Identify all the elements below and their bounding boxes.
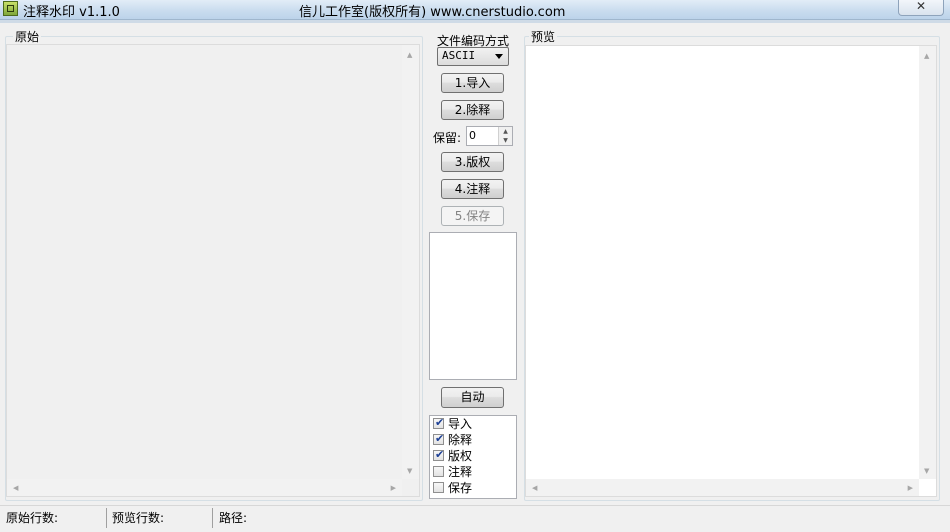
encoding-select[interactable]: ASCII	[437, 47, 509, 66]
copyright-button[interactable]: 3.版权	[441, 152, 504, 172]
check-icon: ✔	[435, 416, 445, 429]
preview-horizontal-scrollbar[interactable]: ◀ ▶	[526, 479, 919, 496]
stepper-buttons[interactable]: ▲ ▼	[498, 127, 512, 145]
original-horizontal-scrollbar[interactable]: ◀ ▶	[7, 479, 402, 496]
remove-comments-checkbox[interactable]: ✔	[433, 432, 445, 445]
import-button[interactable]: 1.导入	[441, 73, 504, 93]
status-path: 路径:	[219, 511, 248, 525]
window-title: 注释水印 v1.1.0	[23, 5, 120, 20]
chevron-down-icon	[495, 54, 503, 59]
stepper-down-icon[interactable]: ▼	[499, 136, 512, 145]
check-label: 除释	[448, 433, 473, 447]
original-label: 原始	[13, 28, 42, 45]
close-button[interactable]: ✕	[898, 0, 944, 16]
scroll-left-arrow-icon[interactable]: ◀	[13, 484, 18, 492]
preview-text-area[interactable]: ▲ ▼ ◀ ▶	[525, 45, 937, 497]
remove-comments-button[interactable]: 2.除释	[441, 100, 504, 120]
studio-title: 信儿工作室(版权所有) www.cnerstudio.com	[299, 5, 566, 20]
close-icon: ✕	[915, 0, 927, 13]
original-vertical-scrollbar[interactable]: ▲ ▼	[402, 45, 419, 479]
message-listbox[interactable]	[429, 232, 517, 380]
status-original-lines: 原始行数:	[6, 511, 59, 525]
comment-button[interactable]: 4.注释	[441, 179, 504, 199]
import-checkbox[interactable]: ✔	[433, 416, 445, 429]
auto-steps-checklist: ✔ 导入 ✔ 除释 ✔ 版权 注释 保存	[429, 415, 517, 499]
keep-label: 保留:	[433, 131, 462, 145]
keep-stepper[interactable]: 0 ▲ ▼	[466, 126, 513, 146]
comment-checkbox[interactable]	[433, 466, 444, 477]
scroll-right-arrow-icon[interactable]: ▶	[908, 484, 913, 492]
stepper-up-icon[interactable]: ▲	[499, 127, 512, 136]
keep-value: 0	[469, 129, 476, 142]
save-checkbox[interactable]	[433, 482, 444, 493]
check-label: 保存	[448, 481, 473, 495]
preview-label: 预览	[529, 28, 558, 45]
check-label: 导入	[448, 417, 473, 431]
check-icon: ✔	[435, 448, 445, 461]
scroll-right-arrow-icon[interactable]: ▶	[391, 484, 396, 492]
check-icon: ✔	[435, 432, 445, 445]
title-bar: 注释水印 v1.1.0 信儿工作室(版权所有) www.cnerstudio.c…	[0, 0, 950, 20]
window-frame-edge	[0, 20, 950, 23]
status-bar: 原始行数: 预览行数: 路径:	[0, 505, 950, 532]
scroll-down-arrow-icon[interactable]: ▼	[407, 467, 412, 475]
scroll-down-arrow-icon[interactable]: ▼	[924, 467, 929, 475]
auto-button[interactable]: 自动	[441, 387, 504, 408]
app-icon	[3, 1, 18, 16]
encoding-value: ASCII	[442, 49, 476, 62]
status-preview-lines: 预览行数:	[112, 511, 165, 525]
original-text-area[interactable]: ▲ ▼ ◀ ▶	[6, 44, 420, 497]
preview-vertical-scrollbar[interactable]: ▲ ▼	[919, 46, 936, 479]
check-label: 注释	[448, 465, 473, 479]
status-divider	[212, 508, 213, 528]
save-button[interactable]: 5.保存	[441, 206, 504, 226]
scroll-up-arrow-icon[interactable]: ▲	[924, 52, 929, 60]
scroll-up-arrow-icon[interactable]: ▲	[407, 51, 412, 59]
status-divider	[106, 508, 107, 528]
copyright-checkbox[interactable]: ✔	[433, 448, 445, 461]
check-label: 版权	[448, 449, 473, 463]
scroll-left-arrow-icon[interactable]: ◀	[532, 484, 537, 492]
